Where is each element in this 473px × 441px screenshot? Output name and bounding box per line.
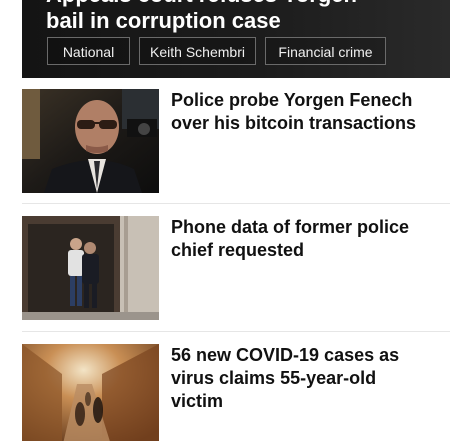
featured-title-line-1: Appeals court refuses Yorgen (46, 0, 436, 8)
featured-tags: National Keith Schembri Financial crime (47, 37, 386, 65)
news-headline[interactable]: 56 new COVID-19 cases as virus claims 55… (171, 344, 433, 413)
news-headline[interactable]: Police probe Yorgen Fenech over his bitc… (171, 89, 433, 135)
news-headline[interactable]: Phone data of former police chief reques… (171, 216, 433, 262)
divider (22, 203, 450, 204)
news-feed-page: Appeals court refuses Yorgen bail in cor… (0, 0, 473, 441)
news-thumbnail-man-with-sunglasses[interactable] (22, 89, 159, 193)
divider (22, 331, 450, 332)
featured-article-card[interactable]: Appeals court refuses Yorgen bail in cor… (22, 0, 450, 78)
featured-article-title[interactable]: Appeals court refuses Yorgen bail in cor… (46, 0, 436, 34)
tag-keith-schembri[interactable]: Keith Schembri (139, 37, 256, 65)
tag-financial-crime[interactable]: Financial crime (265, 37, 386, 65)
tag-national[interactable]: National (47, 37, 130, 65)
news-item[interactable]: Police probe Yorgen Fenech over his bitc… (22, 89, 450, 193)
news-thumbnail-blurred-street[interactable] (22, 344, 159, 441)
news-item[interactable]: 56 new COVID-19 cases as virus claims 55… (22, 344, 450, 441)
news-item[interactable]: Phone data of former police chief reques… (22, 216, 450, 320)
featured-title-line-2: bail in corruption case (46, 8, 281, 33)
news-thumbnail-men-leaving-building[interactable] (22, 216, 159, 320)
